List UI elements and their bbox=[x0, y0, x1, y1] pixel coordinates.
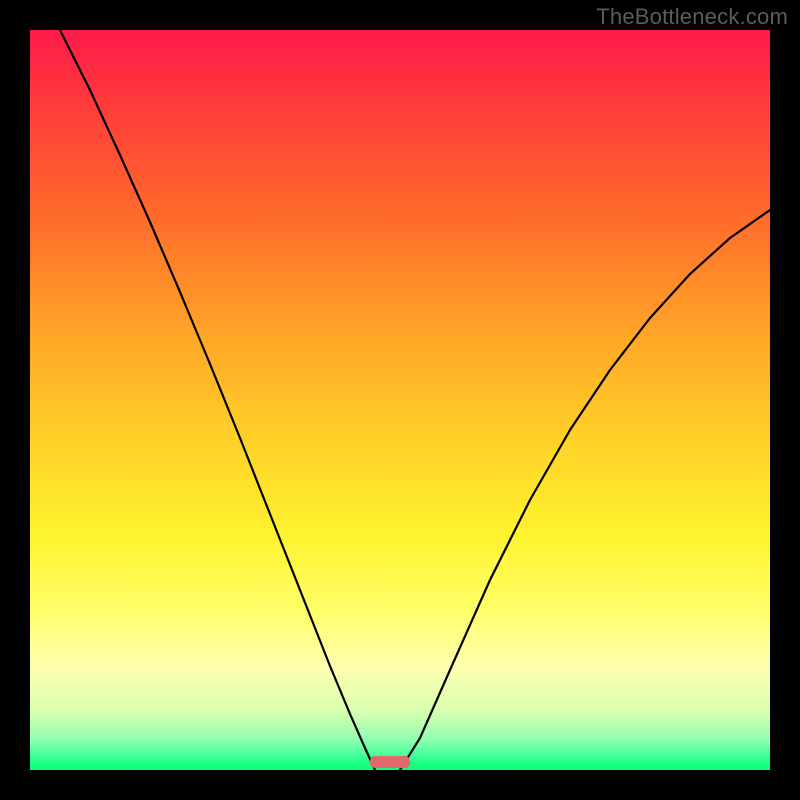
curve-left bbox=[60, 30, 375, 770]
base-marker bbox=[370, 756, 410, 768]
chart-frame: TheBottleneck.com bbox=[0, 0, 800, 800]
chart-svg bbox=[30, 30, 770, 770]
plot-area bbox=[30, 30, 770, 770]
watermark-text: TheBottleneck.com bbox=[596, 4, 788, 30]
curve-right bbox=[400, 210, 770, 770]
